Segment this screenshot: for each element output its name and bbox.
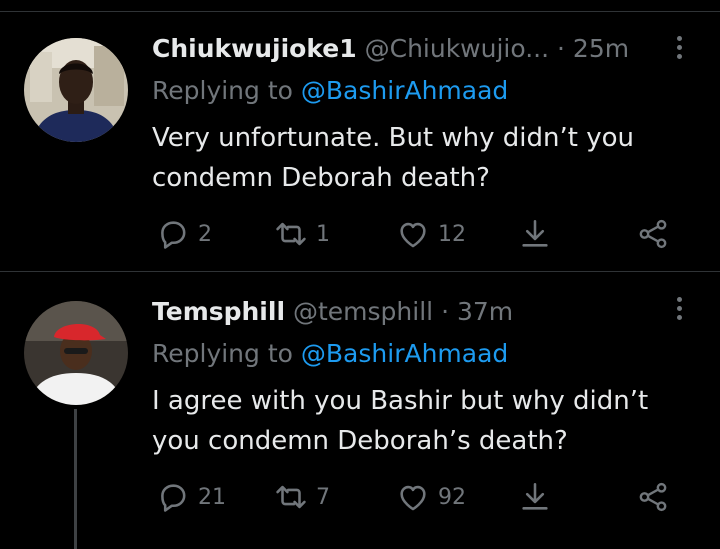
reply-button[interactable]: 2 <box>156 214 212 254</box>
reply-count: 21 <box>198 484 226 510</box>
share-icon <box>639 482 667 512</box>
share-button[interactable] <box>636 477 670 517</box>
like-count: 12 <box>438 221 466 247</box>
avatar[interactable] <box>24 38 128 142</box>
heart-icon <box>400 485 426 511</box>
mention-link[interactable]: @BashirAhmaad <box>301 76 508 105</box>
retweet-icon <box>276 222 306 246</box>
replying-to-label: Replying to <box>152 339 293 368</box>
avatar-image <box>24 38 128 142</box>
replying-to-label: Replying to <box>152 76 293 105</box>
like-button[interactable]: 12 <box>396 214 466 254</box>
more-vertical-icon[interactable] <box>674 297 684 325</box>
tweet-text: I agree with you Bashir but why didn’t y… <box>152 386 649 456</box>
reply-icon <box>161 484 186 512</box>
display-name[interactable]: Chiukwujioke1 <box>152 34 357 63</box>
timestamp[interactable]: 25m <box>573 34 629 63</box>
display-name[interactable]: Temsphill <box>152 297 285 326</box>
separator-dot: · <box>557 34 565 63</box>
retweet-button[interactable]: 1 <box>274 214 330 254</box>
tweet-header: Temsphill @temsphill · 37m <box>152 295 664 329</box>
retweet-icon <box>276 485 306 509</box>
replying-to-line: Replying to @BashirAhmaad <box>152 337 508 371</box>
retweet-count: 7 <box>316 484 330 510</box>
action-bar: 21 7 92 <box>152 477 692 517</box>
user-handle[interactable]: @Chiukwujio... <box>365 34 549 63</box>
download-icon <box>522 219 548 247</box>
avatar-image <box>24 301 128 405</box>
like-button[interactable]: 92 <box>396 477 466 517</box>
tweet-text: Very unfortunate. But why didn’t you con… <box>152 123 634 193</box>
download-button[interactable] <box>518 477 552 517</box>
timestamp[interactable]: 37m <box>457 297 513 326</box>
separator-dot: · <box>441 297 450 326</box>
download-icon <box>522 482 548 510</box>
tweet[interactable]: Temsphill @temsphill · 37m Replying to @… <box>0 273 720 549</box>
more-vertical-icon[interactable] <box>674 36 684 64</box>
retweet-button[interactable]: 7 <box>274 477 330 517</box>
top-divider <box>0 0 720 12</box>
like-count: 92 <box>438 484 466 510</box>
heart-icon <box>400 222 426 248</box>
replying-to-line: Replying to @BashirAhmaad <box>152 74 508 108</box>
share-button[interactable] <box>636 214 670 254</box>
reply-count: 2 <box>198 221 212 247</box>
thread-connector-line <box>74 409 77 549</box>
download-button[interactable] <box>518 214 552 254</box>
user-handle[interactable]: @temsphill <box>293 297 433 326</box>
tweet-header: Chiukwujioke1 @Chiukwujio... · 25m <box>152 32 664 66</box>
share-icon <box>639 219 667 249</box>
reply-icon <box>161 221 186 249</box>
avatar[interactable] <box>24 301 128 405</box>
action-bar: 2 1 12 <box>152 214 692 254</box>
retweet-count: 1 <box>316 221 330 247</box>
tweet[interactable]: Chiukwujioke1 @Chiukwujio... · 25m Reply… <box>0 12 720 272</box>
reply-button[interactable]: 21 <box>156 477 226 517</box>
mention-link[interactable]: @BashirAhmaad <box>301 339 508 368</box>
